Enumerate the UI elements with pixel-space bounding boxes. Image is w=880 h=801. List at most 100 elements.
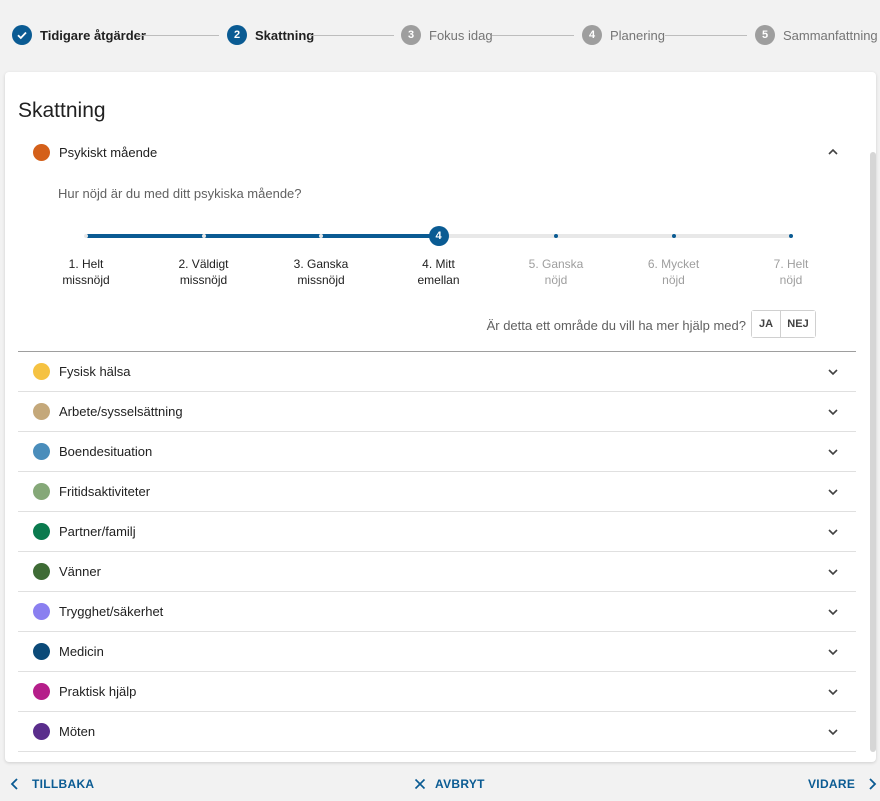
- next-label: VIDARE: [808, 777, 856, 791]
- chevron-down-icon[interactable]: [826, 485, 840, 499]
- step-fokus-idag[interactable]: 3 Fokus idag: [401, 24, 493, 46]
- scrollbar[interactable]: [870, 152, 876, 752]
- section-label: Fysisk hälsa: [59, 364, 131, 379]
- section-item[interactable]: Medicin: [18, 632, 856, 672]
- section-item[interactable]: Trygghet/säkerhet: [18, 592, 856, 632]
- scale-option-line: 7. Helt: [773, 257, 809, 271]
- chevron-down-icon[interactable]: [826, 445, 840, 459]
- scale-option-line: 3. Ganska: [293, 257, 349, 271]
- chevron-down-icon[interactable]: [826, 605, 840, 619]
- section-label: Trygghet/säkerhet: [59, 604, 164, 619]
- cancel-button[interactable]: AVBRYT: [413, 774, 485, 794]
- help-toggle: JA NEJ: [751, 310, 816, 338]
- step-planering[interactable]: 4 Planering: [582, 24, 665, 46]
- back-button[interactable]: TILLBAKA: [8, 774, 94, 794]
- chevron-right-icon: [869, 778, 877, 790]
- page-title: Skattning: [18, 99, 106, 122]
- category-color-dot: [33, 683, 50, 700]
- step-connector: [492, 35, 574, 36]
- section-item[interactable]: Praktisk hjälp: [18, 672, 856, 712]
- category-color-dot: [33, 603, 50, 620]
- section-label: Möten: [59, 724, 96, 739]
- step-connector: [137, 35, 219, 36]
- category-color-dot: [33, 643, 50, 660]
- rating-card: Skattning Psykiskt mående Hur nöjd är du…: [5, 72, 876, 762]
- scale-option-line: nöjd: [662, 273, 685, 287]
- scale-option-line: 2. Väldigt: [178, 257, 229, 271]
- step-number: 4: [582, 25, 602, 45]
- step-label: Skattning: [255, 27, 315, 43]
- scale-option-line: 6. Mycket: [647, 257, 700, 271]
- step-check-icon: [12, 25, 32, 45]
- help-question: Är detta ett område du vill ha mer hjälp…: [486, 318, 746, 333]
- step-label: Planering: [610, 27, 665, 43]
- step-number: 2: [227, 25, 247, 45]
- close-icon: [414, 778, 426, 790]
- stepper: Tidigare åtgärder 2 Skattning 3 Fokus id…: [0, 0, 880, 70]
- chevron-down-icon[interactable]: [826, 405, 840, 419]
- chevron-down-icon[interactable]: [826, 525, 840, 539]
- step-label: Sammanfattning: [783, 27, 878, 43]
- scale-option-line: nöjd: [779, 273, 803, 287]
- section-label: Fritidsaktiviteter: [59, 484, 151, 499]
- section-item[interactable]: Partner/familj: [18, 512, 856, 552]
- scale-fill: [86, 234, 439, 238]
- scale-option-line: emellan: [417, 273, 460, 287]
- section-label: Arbete/sysselsättning: [59, 404, 183, 419]
- section-item[interactable]: Boendesituation: [18, 432, 856, 472]
- scale-option-line: missnöjd: [297, 273, 345, 287]
- step-connector: [665, 35, 747, 36]
- step-number: 3: [401, 25, 421, 45]
- next-button[interactable]: VIDARE: [808, 774, 879, 794]
- step-label: Fokus idag: [429, 27, 493, 43]
- step-connector: [310, 35, 394, 36]
- section-content: Hur nöjd är du med ditt psykiska mående?…: [18, 132, 856, 352]
- scale-thumb[interactable]: 4: [428, 226, 449, 246]
- scale-option-label[interactable]: 7. Helt nöjd: [746, 256, 836, 288]
- chevron-left-icon: [10, 778, 18, 790]
- step-skattning[interactable]: 2 Skattning: [227, 24, 314, 46]
- scale-tick[interactable]: [671, 234, 676, 238]
- scale-tick[interactable]: [789, 234, 793, 238]
- scale-option-label[interactable]: 5. Ganska nöjd: [511, 256, 601, 288]
- scale-option-line: missnöjd: [62, 273, 110, 287]
- scale-option-line: 5. Ganska: [528, 257, 584, 271]
- scale-tick[interactable]: [84, 234, 88, 238]
- category-color-dot: [33, 723, 50, 740]
- section-item[interactable]: Fysisk hälsa: [18, 352, 856, 392]
- scale-option-label[interactable]: 6. Mycket nöjd: [629, 256, 719, 288]
- step-sammanfattning[interactable]: 5 Sammanfattning: [755, 24, 878, 46]
- section-item[interactable]: Vänner: [18, 552, 856, 592]
- step-number: 5: [755, 25, 775, 45]
- scale-tick[interactable]: [319, 234, 323, 238]
- back-label: TILLBAKA: [32, 777, 95, 791]
- chevron-down-icon[interactable]: [826, 725, 840, 739]
- scale-option-line: nöjd: [544, 273, 568, 287]
- yes-button[interactable]: JA: [752, 311, 780, 337]
- category-color-dot: [33, 483, 50, 500]
- chevron-down-icon[interactable]: [826, 685, 840, 699]
- scale-tick[interactable]: [201, 234, 206, 238]
- scale-option-label[interactable]: 4. Mitt emellan: [394, 256, 484, 288]
- section-item[interactable]: Fritidsaktiviteter: [18, 472, 856, 512]
- scale-option-label[interactable]: 3. Ganska missnöjd: [276, 256, 366, 288]
- step-label: Tidigare åtgärder: [40, 27, 146, 43]
- scale-option-label[interactable]: 2. Väldigt missnöjd: [159, 256, 249, 288]
- step-tidigare-atgarder[interactable]: Tidigare åtgärder: [12, 24, 146, 46]
- scale-option-line: missnöjd: [179, 273, 228, 287]
- section-item[interactable]: Arbete/sysselsättning: [18, 392, 856, 432]
- section-label: Medicin: [59, 644, 104, 659]
- section-label: Partner/familj: [59, 524, 136, 539]
- section-item[interactable]: Möten: [18, 712, 856, 752]
- category-color-dot: [33, 363, 50, 380]
- chevron-down-icon[interactable]: [826, 365, 840, 379]
- scale-option-label[interactable]: 1. Helt missnöjd: [41, 256, 131, 288]
- chevron-down-icon[interactable]: [826, 565, 840, 579]
- chevron-down-icon[interactable]: [826, 645, 840, 659]
- scale-tick[interactable]: [554, 234, 558, 238]
- scale-option-line: 1. Helt: [68, 257, 104, 271]
- no-button[interactable]: NEJ: [780, 311, 815, 337]
- category-color-dot: [33, 443, 50, 460]
- cancel-label: AVBRYT: [435, 777, 485, 791]
- section-label: Vänner: [59, 564, 101, 579]
